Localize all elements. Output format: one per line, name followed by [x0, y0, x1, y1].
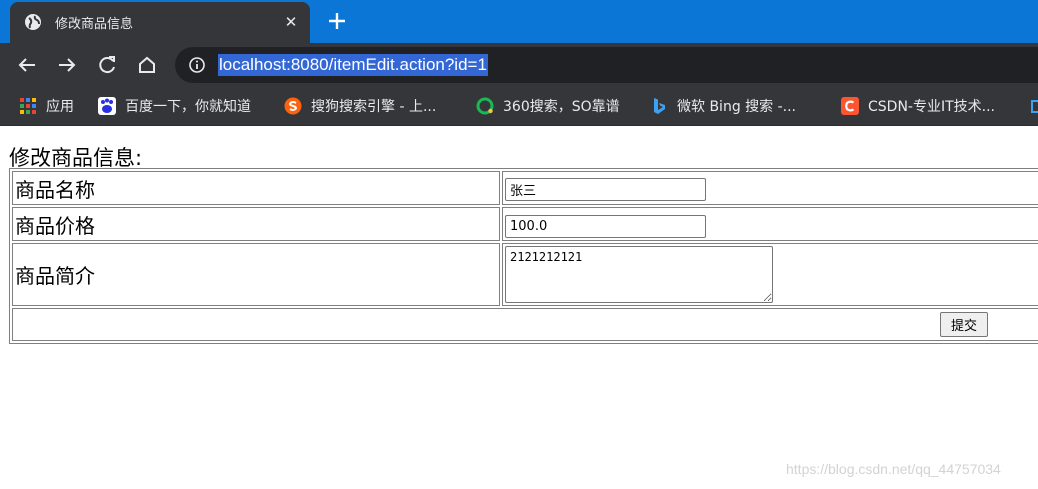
sogou-icon	[284, 97, 302, 115]
bookmark-label: 应用	[46, 99, 74, 115]
bookmark-label: 360搜索，SO靠谱	[503, 99, 620, 115]
price-label: 商品价格	[12, 207, 500, 241]
watermark: https://blog.csdn.net/qq_44757034	[786, 461, 1001, 477]
bookmark-label: 百度一下，你就知道	[125, 99, 251, 115]
close-tab-icon[interactable]: ✕	[280, 11, 302, 33]
item-name-input[interactable]	[505, 177, 706, 201]
reload-icon[interactable]	[96, 54, 118, 76]
folder-icon[interactable]	[1031, 97, 1038, 115]
bookmark-apps[interactable]: 应用	[19, 95, 74, 117]
tab-title: 修改商品信息	[55, 17, 134, 32]
detail-input-cell: 2121212121	[502, 243, 1038, 306]
bing-icon	[654, 98, 665, 114]
bookmark-label: CSDN-专业IT技术...	[868, 99, 995, 115]
bookmarks-bar: 应用 百度一下，你就知道 搜狗搜索引擎 - 上... 360搜索，SO靠谱 微软…	[0, 86, 1038, 126]
csdn-icon	[841, 97, 859, 115]
address-bar[interactable]: localhost:8080/itemEdit.action?id=1	[175, 47, 1038, 83]
page-content: 修改商品信息: 商品名称 商品价格 商品简介 2121212121	[0, 127, 1038, 489]
home-icon[interactable]	[136, 54, 158, 76]
baidu-paw-icon	[98, 97, 116, 115]
active-tab[interactable]: 修改商品信息 ✕	[10, 2, 310, 43]
new-tab-icon[interactable]	[325, 9, 349, 33]
bookmark-bing[interactable]: 微软 Bing 搜索 -...	[650, 95, 796, 117]
bookmark-label: 搜狗搜索引擎 - 上...	[311, 99, 437, 115]
detail-row: 商品简介 2121212121	[12, 243, 1038, 306]
bookmark-360[interactable]: 360搜索，SO靠谱	[476, 95, 620, 117]
item-form-table: 商品名称 商品价格 商品简介 2121212121 提交	[9, 168, 1038, 344]
submit-row: 提交	[12, 308, 1038, 341]
name-input-cell	[502, 171, 1038, 205]
browser-toolbar: localhost:8080/itemEdit.action?id=1	[0, 43, 1038, 86]
submit-button[interactable]: 提交	[940, 312, 988, 337]
bookmark-label: 微软 Bing 搜索 -...	[677, 99, 797, 115]
bookmark-sogou[interactable]: 搜狗搜索引擎 - 上...	[284, 95, 436, 117]
back-icon[interactable]	[16, 54, 38, 76]
detail-label: 商品简介	[12, 243, 500, 306]
bookmark-baidu[interactable]: 百度一下，你就知道	[98, 95, 251, 117]
so360-icon	[476, 97, 494, 115]
price-input-cell	[502, 207, 1038, 241]
forward-icon[interactable]	[56, 54, 78, 76]
price-row: 商品价格	[12, 207, 1038, 241]
bookmark-csdn[interactable]: CSDN-专业IT技术...	[841, 95, 995, 117]
tab-strip: 修改商品信息 ✕	[0, 0, 1038, 43]
url-text[interactable]: localhost:8080/itemEdit.action?id=1	[218, 54, 488, 76]
site-info-icon[interactable]	[189, 57, 205, 73]
item-price-input[interactable]	[505, 214, 706, 238]
globe-icon	[25, 14, 41, 30]
name-row: 商品名称	[12, 171, 1038, 205]
item-detail-textarea[interactable]: 2121212121	[505, 246, 773, 303]
submit-cell: 提交	[12, 308, 1038, 341]
name-label: 商品名称	[12, 171, 500, 205]
apps-grid-icon	[20, 98, 36, 114]
